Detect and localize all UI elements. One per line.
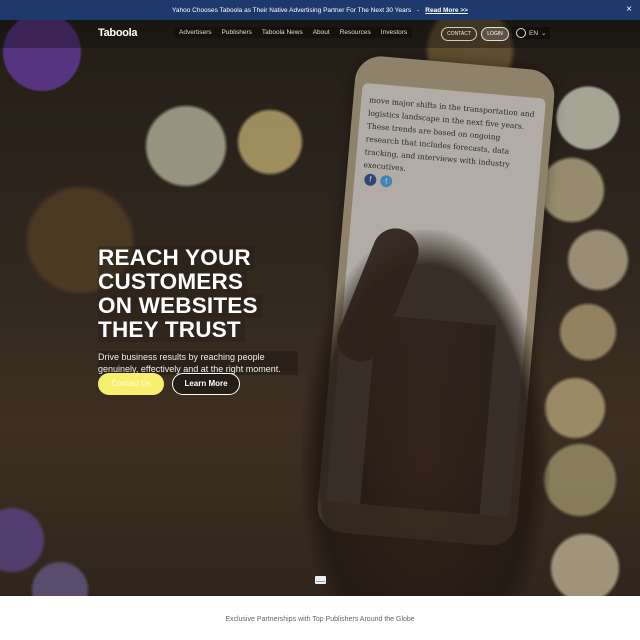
hero-headline: REACH YOUR CUSTOMERS ON WEBSITES THEY TR…: [98, 246, 288, 342]
mail-icon[interactable]: [315, 576, 326, 584]
announcement-text: Yahoo Chooses Taboola as Their Native Ad…: [172, 6, 412, 14]
nav-item-publishers[interactable]: Publishers: [217, 27, 257, 38]
headline-line: THEY TRUST: [98, 318, 245, 342]
contact-us-button[interactable]: Contact Us: [98, 373, 164, 395]
chevron-down-icon: ⌄: [541, 30, 547, 37]
learn-more-button[interactable]: Learn More: [172, 373, 240, 395]
language-selector[interactable]: EN ⌄: [512, 27, 551, 39]
close-icon[interactable]: ×: [626, 4, 632, 16]
hero-overlay: [0, 20, 640, 596]
headline-line: REACH YOUR: [98, 246, 255, 270]
nav-item-about[interactable]: About: [308, 27, 335, 38]
taboola-logo[interactable]: Taboola: [98, 27, 138, 39]
nav-item-advertisers[interactable]: Advertisers: [174, 27, 217, 38]
partners-section: Exclusive Partnerships with Top Publishe…: [0, 596, 640, 640]
announcement-separator: -: [417, 6, 420, 14]
contact-button[interactable]: CONTACT: [441, 27, 477, 41]
top-nav: Taboola Advertisers Publishers Taboola N…: [0, 20, 640, 48]
partners-heading: Exclusive Partnerships with Top Publishe…: [225, 616, 415, 623]
announcement-bar: Yahoo Chooses Taboola as Their Native Ad…: [0, 0, 640, 20]
read-more-link[interactable]: Read More >>: [425, 7, 468, 14]
hero-section: move major shifts in the transportation …: [0, 20, 640, 596]
language-label: EN: [529, 29, 539, 37]
nav-item-investors[interactable]: Investors: [376, 27, 412, 38]
hero-subtext: Drive business results by reaching peopl…: [98, 351, 298, 375]
nav-item-resources[interactable]: Resources: [335, 27, 376, 38]
nav-item-taboola-news[interactable]: Taboola News: [257, 27, 308, 38]
headline-line: CUSTOMERS: [98, 270, 248, 294]
login-button[interactable]: LOGIN: [481, 27, 509, 41]
globe-icon: [516, 28, 526, 38]
nav-menu: Advertisers Publishers Taboola News Abou…: [174, 27, 413, 38]
headline-line: ON WEBSITES: [98, 294, 262, 318]
